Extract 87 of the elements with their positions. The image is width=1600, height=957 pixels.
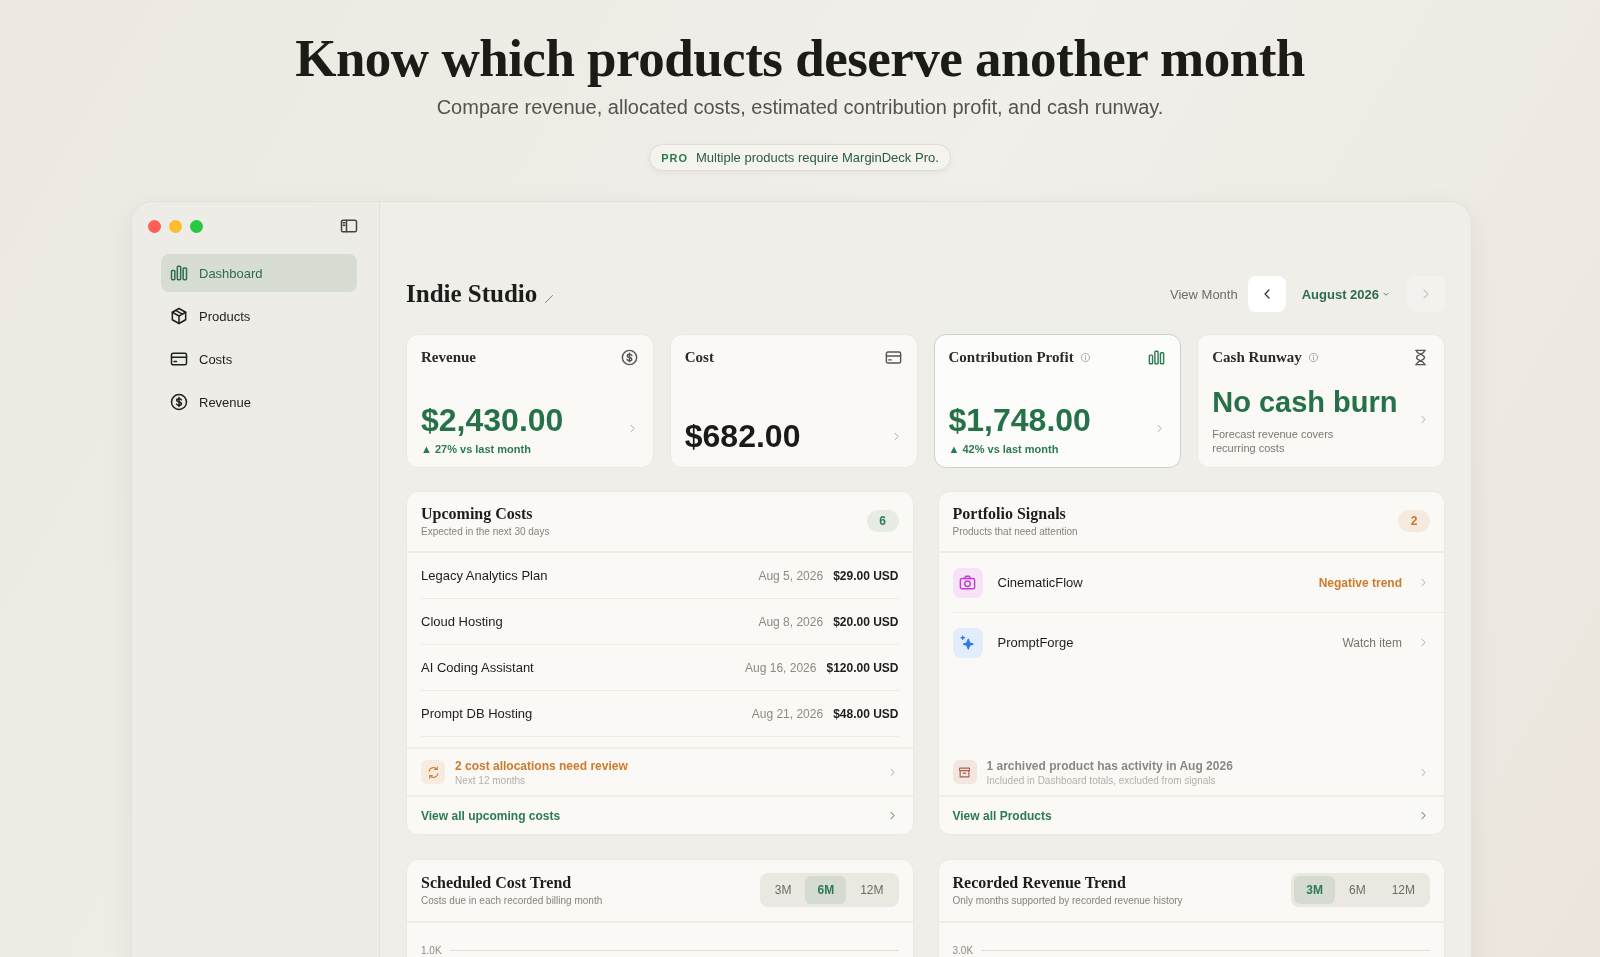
notice-title: 1 archived product has activity in Aug 2026 xyxy=(986,758,1234,773)
signal-row[interactable]: PromptForge Watch item xyxy=(952,613,1444,672)
axis-tick-label: 1.0K xyxy=(421,945,442,956)
stat-title: Revenue xyxy=(421,349,476,366)
cost-date: Aug 5, 2026 xyxy=(758,568,824,583)
panel-title: Scheduled Cost Trend xyxy=(421,874,573,892)
panel-subtitle: Only months supported by recorded revenue history xyxy=(952,895,1183,906)
cost-amount: $20.00 USD xyxy=(833,614,899,629)
stat-note: Forecast revenue covers recurring costs xyxy=(1212,427,1335,455)
stat-card[interactable]: Cost $682.00 xyxy=(669,334,918,468)
axis-tick-label: 3.0K xyxy=(952,945,974,956)
sidebar-item[interactable]: Dashboard xyxy=(161,254,357,292)
range-tab[interactable]: 6M xyxy=(805,876,847,904)
cost-amount: $120.00 USD xyxy=(826,660,899,675)
subheadline: Compare revenue, allocated costs, estimated contribution profit, and cash runway. xyxy=(436,96,1164,119)
cost-name: Legacy Analytics Plan xyxy=(421,568,549,583)
sidebar-item[interactable]: Costs xyxy=(161,340,357,378)
cost-amount: $29.00 USD xyxy=(833,568,899,583)
notice-subtitle: Next 12 months xyxy=(455,774,527,786)
cost-name: Cloud Hosting xyxy=(421,614,504,629)
stat-change: ▲ 42% vs last month xyxy=(948,443,1060,455)
count-badge: 6 xyxy=(866,510,899,532)
notice-row[interactable]: 2 cost allocations need review Next 12 months xyxy=(407,749,913,797)
notice-title: 2 cost allocations need review xyxy=(455,758,629,773)
stat-title: Cash Runway xyxy=(1212,349,1302,366)
stat-card[interactable]: Cash Runway No cash burn Forecast revenue covers recurring costs xyxy=(1197,334,1445,468)
stat-title: Cost xyxy=(684,349,714,366)
camera-icon xyxy=(958,573,977,592)
sidebar-item[interactable]: Products xyxy=(161,297,357,335)
cost-name: AI Coding Assistant xyxy=(421,660,535,675)
pro-label: PRO xyxy=(661,151,689,164)
view-month-label: View Month xyxy=(1170,286,1238,302)
panel-title: Portfolio Signals xyxy=(952,505,1067,523)
product-name: PromptForge xyxy=(997,635,1075,650)
count-badge: 2 xyxy=(1398,510,1430,532)
range-tab[interactable]: 12M xyxy=(848,876,896,904)
cost-date: Aug 8, 2026 xyxy=(758,614,824,629)
range-tab[interactable]: 3M xyxy=(1294,876,1335,904)
close-window-button[interactable] xyxy=(148,219,161,233)
zoom-window-button[interactable] xyxy=(190,219,203,233)
headline: Know which products deserve another month xyxy=(295,28,1305,88)
previous-month-button[interactable] xyxy=(1247,276,1286,312)
range-tab[interactable]: 12M xyxy=(1379,876,1427,904)
product-name: CinematicFlow xyxy=(997,575,1084,590)
stat-value: $682.00 xyxy=(684,417,801,455)
stat-card[interactable]: Contribution Profit $1,748.00 ▲ 42% vs last month xyxy=(933,334,1182,468)
month-picker[interactable]: August 2026 xyxy=(1295,286,1397,302)
notice-row[interactable]: 1 archived product has activity in Aug 2026 Included in Dashboard totals, excluded from signals xyxy=(938,749,1444,797)
sidebar-icon xyxy=(339,216,359,236)
stat-title: Contribution Profit xyxy=(948,349,1074,366)
credit-card-icon xyxy=(883,348,903,367)
dollar-icon xyxy=(169,392,189,412)
signal-status: Watch item xyxy=(1342,635,1402,650)
panel-title: Upcoming Costs xyxy=(421,505,534,523)
stat-change: ▲ 27% vs last month xyxy=(421,443,532,455)
cost-name: Prompt DB Hosting xyxy=(421,706,534,721)
archive-icon xyxy=(957,764,972,780)
cost-amount: $48.00 USD xyxy=(833,706,899,721)
stat-value: No cash burn xyxy=(1212,385,1398,420)
box-icon xyxy=(169,306,189,326)
dollar-icon xyxy=(619,348,639,367)
panel-subtitle: Products that need attention xyxy=(952,526,1078,537)
panel-subtitle: Costs due in each recorded billing month xyxy=(421,895,603,906)
bar-chart-icon xyxy=(169,263,189,283)
stat-value: $2,430.00 xyxy=(421,401,564,439)
view-all-link[interactable]: View all Products xyxy=(938,797,1444,834)
bar-chart-icon xyxy=(1147,348,1167,367)
sidebar-item[interactable]: Revenue xyxy=(161,383,357,421)
sidebar-toggle-button[interactable] xyxy=(339,216,359,236)
minimize-window-button[interactable] xyxy=(169,219,182,233)
edit-icon xyxy=(543,293,556,305)
view-all-link[interactable]: View all upcoming costs xyxy=(407,797,913,834)
workspace-title: Indie Studio xyxy=(406,280,538,308)
notice-subtitle: Included in Dashboard totals, excluded from signals xyxy=(986,774,1217,786)
cost-date: Aug 21, 2026 xyxy=(751,706,824,721)
signal-status: Negative trend xyxy=(1318,575,1402,590)
cost-date: Aug 16, 2026 xyxy=(745,660,817,675)
pro-message: Multiple products require MarginDeck Pro. xyxy=(696,150,939,165)
stat-card[interactable]: Revenue $2,430.00 ▲ 27% vs last month xyxy=(406,334,654,468)
sparkle-icon xyxy=(958,633,977,652)
panel-title: Recorded Revenue Trend xyxy=(952,874,1127,892)
signal-row[interactable]: CinematicFlow Negative trend xyxy=(952,553,1444,613)
stat-value: $1,748.00 xyxy=(948,401,1091,439)
range-tab[interactable]: 3M xyxy=(762,876,804,904)
panel-subtitle: Expected in the next 30 days xyxy=(421,526,550,537)
credit-card-icon xyxy=(169,349,189,369)
range-tab[interactable]: 6M xyxy=(1337,876,1378,904)
